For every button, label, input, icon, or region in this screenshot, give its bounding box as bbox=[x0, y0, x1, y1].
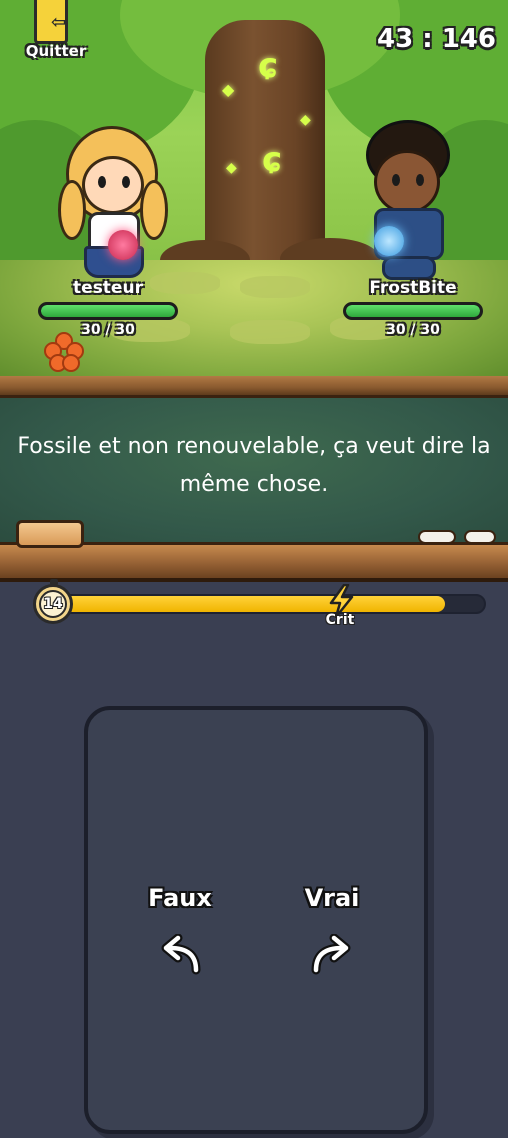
timer-seconds: 14 bbox=[39, 590, 67, 618]
crit-label: Crit bbox=[325, 612, 355, 628]
opponent-hp-bar bbox=[343, 302, 483, 320]
answer-false-label[interactable]: Faux bbox=[130, 884, 230, 912]
chalk-icon bbox=[464, 530, 496, 544]
chalkboard-ledge bbox=[0, 542, 508, 582]
answer-true-label[interactable]: Vrai bbox=[282, 884, 382, 912]
eraser-icon bbox=[16, 520, 84, 548]
exit-door-icon: ⇦ bbox=[34, 0, 68, 44]
glowing-rune: ɕ bbox=[258, 46, 279, 86]
opponent-hp-text: 30 / 30 bbox=[386, 322, 440, 338]
glowing-rune: ◆ bbox=[300, 112, 311, 128]
stopwatch-icon: 14 bbox=[33, 579, 73, 624]
timer-bar-fill bbox=[50, 596, 445, 612]
quit-button[interactable]: ⇦ Quitter bbox=[24, 0, 88, 64]
redo-arrow-icon[interactable] bbox=[306, 934, 356, 978]
glowing-rune: ◆ bbox=[226, 160, 237, 176]
player-character-testeur bbox=[58, 120, 170, 300]
opponent-name: FrostBite bbox=[369, 278, 457, 298]
swipe-answer-card[interactable] bbox=[84, 706, 428, 1134]
chalk-icon bbox=[418, 530, 456, 544]
timer-bar bbox=[48, 594, 486, 614]
player-hp-bar bbox=[38, 302, 178, 320]
player-hp-text: 30 / 30 bbox=[81, 322, 135, 338]
match-score: 43 : 146 bbox=[377, 24, 496, 54]
opponent-hp-fill bbox=[346, 305, 480, 317]
stone bbox=[230, 320, 310, 344]
player-hp-fill bbox=[41, 305, 175, 317]
player-name: testeur bbox=[73, 278, 143, 298]
question-text: Fossile et non renouvelable, ça veut dir… bbox=[17, 434, 491, 497]
orange-flower bbox=[44, 332, 84, 372]
undo-arrow-icon[interactable] bbox=[156, 934, 206, 978]
battle-arena: ɕ ɕ ◆ ◆ ◆ ⇦ Quitter 43 : 146 testeur 30 … bbox=[0, 0, 508, 380]
stone bbox=[240, 276, 310, 298]
glowing-rune: ɕ bbox=[262, 140, 283, 180]
glowing-rune: ◆ bbox=[222, 80, 235, 99]
quit-label: Quitter bbox=[25, 42, 87, 60]
chalkboard-frame-top bbox=[0, 376, 508, 398]
opponent-character-frostbite bbox=[356, 120, 466, 300]
